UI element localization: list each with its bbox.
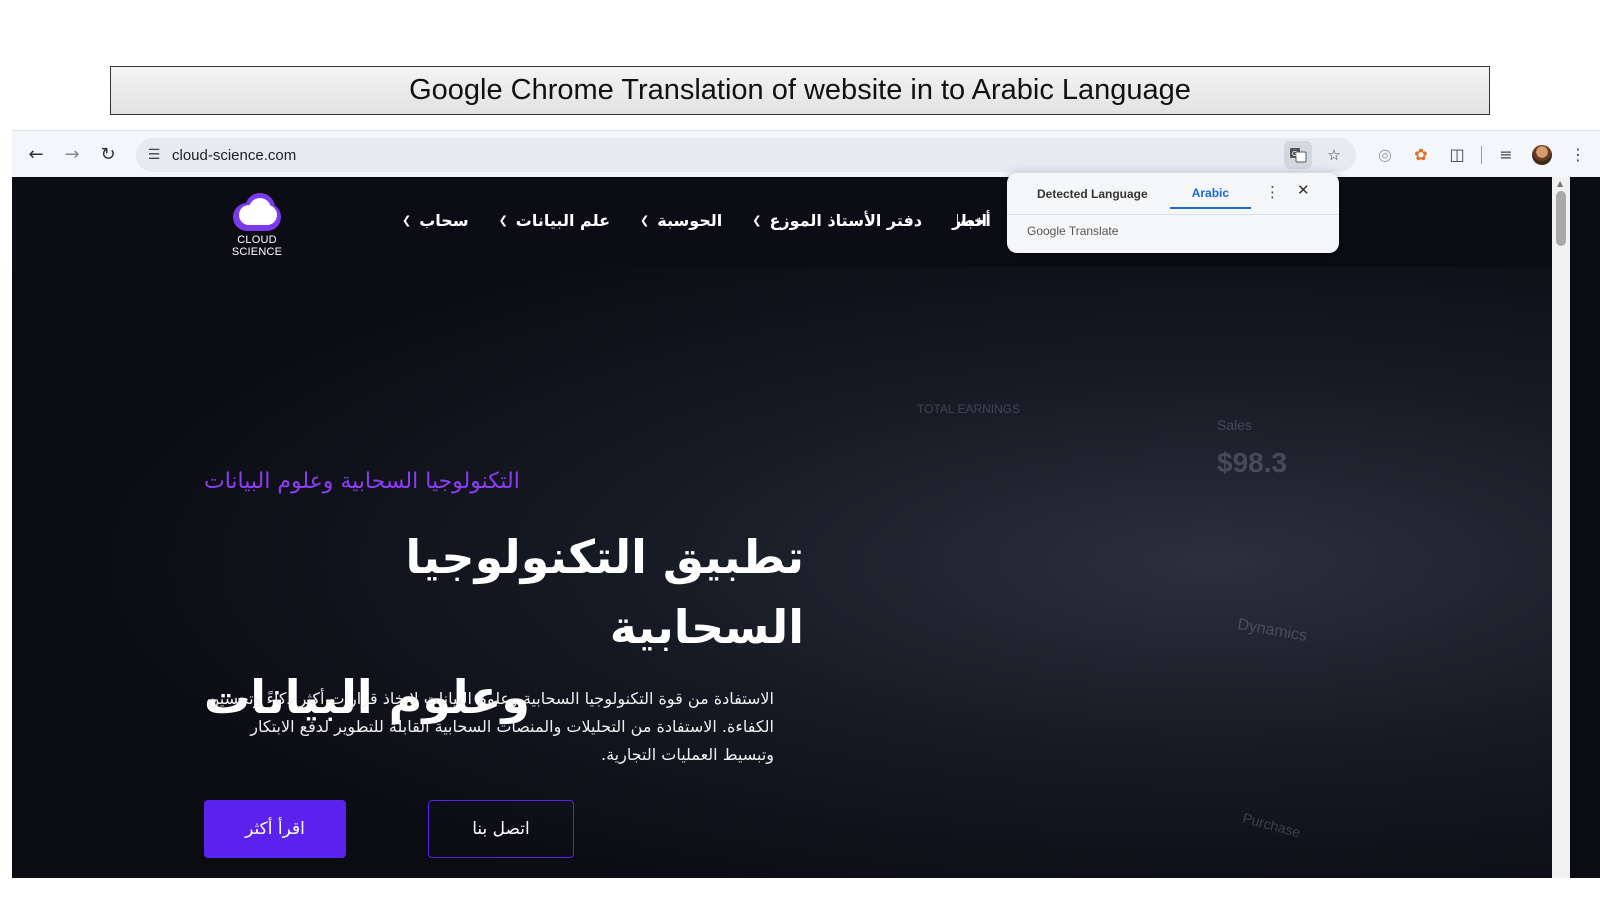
close-icon[interactable]: ✕ (1297, 181, 1310, 199)
browser-window: ← → ↻ ☰ cloud-science.com G ☆ ◎ ✿ ◫ ≡ ⋮ … (12, 130, 1600, 878)
read-more-button[interactable]: اقرأ أكثر (204, 800, 346, 858)
puzzle-icon[interactable]: ◫ (1441, 139, 1473, 171)
main-navigation: أخبار دفتر الأستاذ الموزع ❯ الحوسبة ❯ عل… (402, 211, 991, 230)
globe-extension-icon[interactable]: ◎ (1369, 139, 1401, 171)
chevron-down-icon: ❯ (752, 214, 762, 227)
reading-list-icon[interactable]: ≡ (1490, 139, 1522, 171)
nav-label: علم البيانات (515, 211, 611, 230)
bg-purchase-label: Purchase (1240, 809, 1303, 841)
site-logo[interactable]: CLOUD SCIENCE (212, 193, 302, 258)
bg-dynamics-label: Dynamics (1236, 616, 1309, 645)
profile-avatar[interactable] (1526, 139, 1558, 171)
hero-description: الاستفادة من قوة التكنولوجيا السحابية وع… (207, 689, 774, 764)
reload-icon[interactable]: ↻ (90, 136, 126, 172)
popup-divider (1007, 214, 1339, 215)
bg-sales-label: Sales (1217, 417, 1253, 433)
url-text[interactable]: cloud-science.com (172, 147, 296, 164)
extension-badge-icon[interactable]: ✿ (1405, 139, 1437, 171)
contact-us-button[interactable]: اتصل بنا (428, 800, 574, 858)
chevron-down-icon: ❯ (640, 214, 650, 227)
google-translate-branding: Google Translate (1027, 224, 1119, 238)
more-options-icon[interactable]: ⋮ (1265, 183, 1280, 201)
scroll-up-icon[interactable]: ▲ (1557, 179, 1563, 188)
bg-earnings-label: TOTAL EARNINGS (917, 402, 1021, 416)
nav-label: سحاب (419, 211, 469, 230)
logo-text: CLOUD SCIENCE (231, 234, 283, 258)
nav-item-contact[interactable]: اتصال (957, 211, 987, 230)
toolbar-extensions: ◎ ✿ ◫ ≡ ⋮ (1369, 131, 1600, 178)
address-bar[interactable]: ☰ cloud-science.com G ☆ (136, 138, 1356, 172)
translate-language-tabs: Detected Language Arabic (1021, 179, 1252, 209)
nav-item-computing[interactable]: الحوسبة ❯ (640, 211, 722, 230)
toolbar-separator (1481, 145, 1482, 164)
nav-label: الحوسبة (657, 211, 723, 230)
bg-sales-value: $98.3 (1217, 447, 1288, 478)
chevron-down-icon: ❯ (402, 214, 412, 227)
browser-toolbar: ← → ↻ ☰ cloud-science.com G ☆ ◎ ✿ ◫ ≡ ⋮ (12, 130, 1600, 177)
kebab-menu-icon[interactable]: ⋮ (1562, 139, 1594, 171)
star-icon[interactable]: ☆ (1320, 141, 1348, 169)
scroll-thumb[interactable] (1556, 191, 1566, 246)
translate-popup: Detected Language Arabic ⋮ ✕ Google Tran… (1007, 173, 1339, 253)
nav-item-data-science[interactable]: علم البيانات ❯ (499, 211, 610, 230)
tab-arabic[interactable]: Arabic (1169, 179, 1252, 209)
page-scrollbar[interactable]: ▲ (1552, 177, 1570, 878)
nav-item-cloud[interactable]: سحاب ❯ (402, 211, 469, 230)
chevron-down-icon: ❯ (498, 214, 508, 227)
page-viewport: Sales $98.3 Dynamics Purchase TOTAL EARN… (12, 177, 1552, 878)
hero-eyebrow: التكنولوجيا السحابية وعلوم البيانات (204, 469, 520, 494)
hero-title-line1: تطبيق التكنولوجيا السحابية (405, 530, 804, 654)
slide-caption: Google Chrome Translation of website in … (110, 66, 1490, 115)
tune-icon[interactable]: ☰ (136, 147, 172, 163)
nav-label: دفتر الأستاذ الموزع (769, 211, 923, 230)
tab-detected-language[interactable]: Detected Language (1021, 179, 1164, 209)
back-arrow-icon[interactable]: ← (18, 136, 54, 172)
cloud-logo-icon (229, 193, 285, 231)
forward-arrow-icon[interactable]: → (54, 136, 90, 172)
svg-text:G: G (1292, 151, 1297, 158)
translate-icon[interactable]: G (1284, 141, 1312, 169)
nav-item-ledger[interactable]: دفتر الأستاذ الموزع ❯ (752, 211, 922, 230)
